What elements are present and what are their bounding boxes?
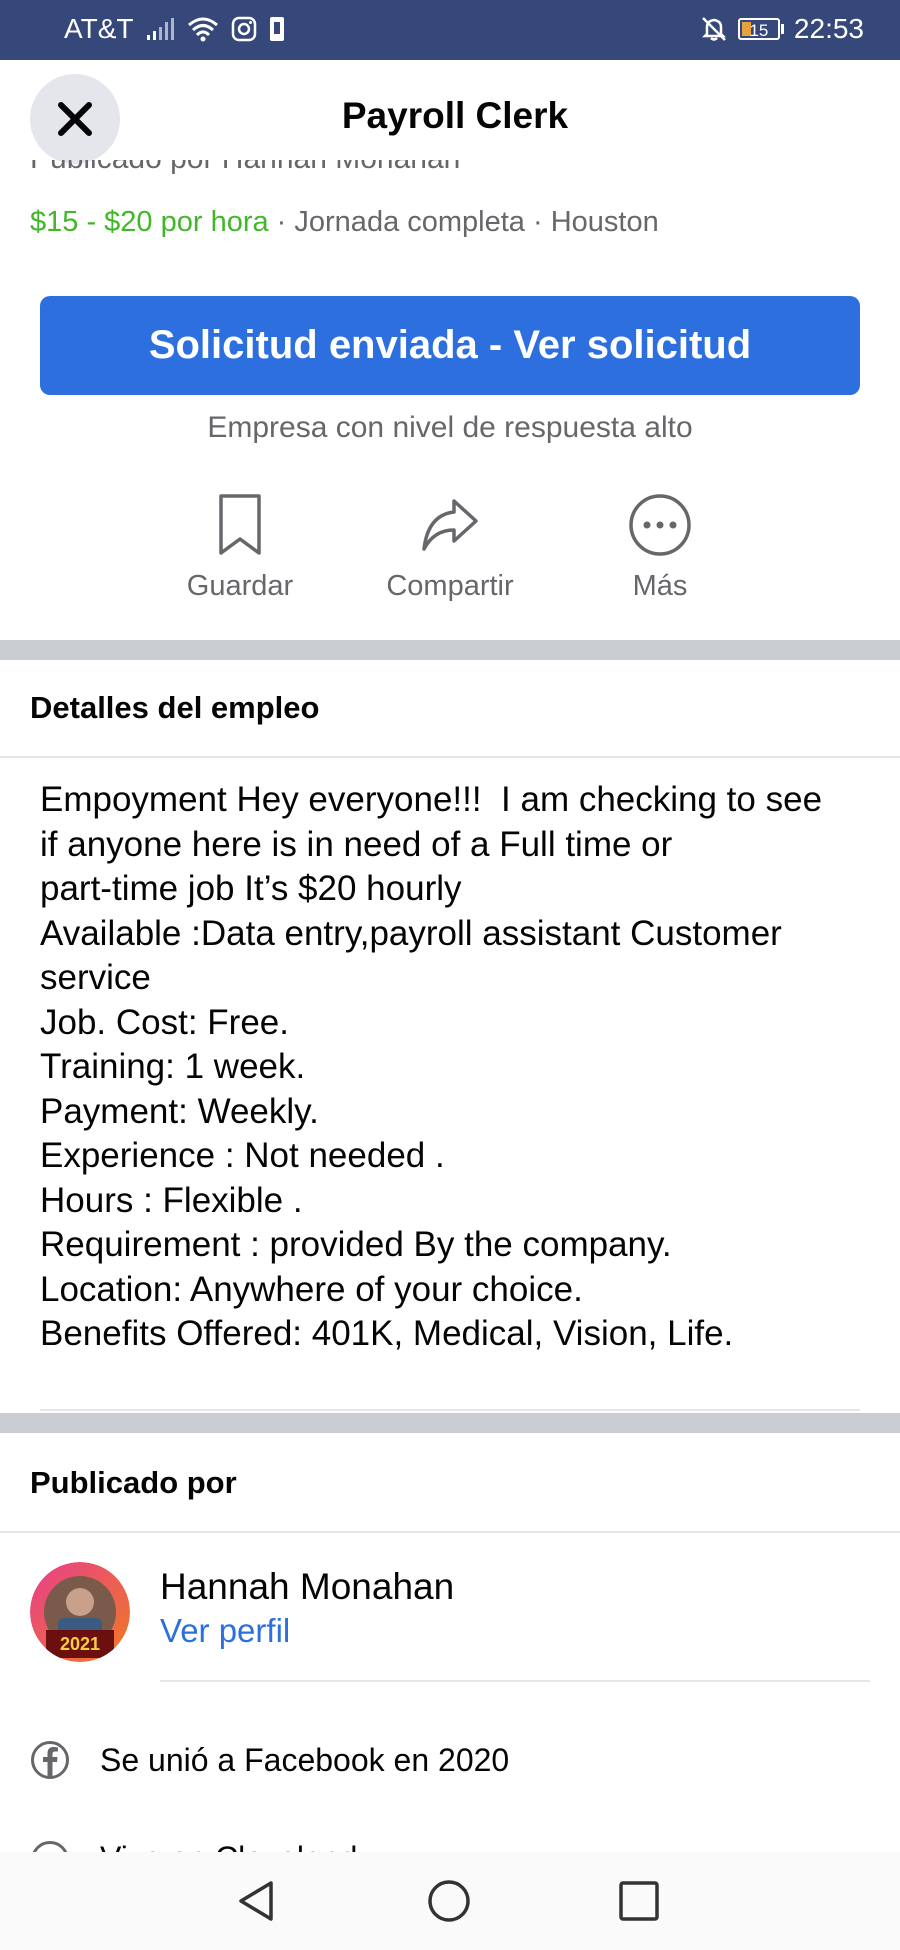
details-section-title: Detalles del empleo	[30, 690, 320, 725]
facebook-icon	[31, 1741, 69, 1779]
instagram-icon	[231, 16, 257, 42]
status-bar-right: 15 22:53	[700, 13, 864, 45]
pay-range: $15 - $20 por hora	[30, 206, 269, 238]
signal-icon	[145, 17, 175, 41]
recents-button[interactable]	[614, 1876, 664, 1926]
joined-facebook-row: Se unió a Facebook en 2020	[30, 1740, 509, 1780]
mute-icon	[700, 15, 728, 43]
job-details: · Jornada completa · Houston	[268, 206, 659, 238]
divider	[160, 1680, 870, 1682]
section-divider	[0, 640, 900, 660]
save-button[interactable]: Guardar	[160, 490, 320, 603]
divider	[0, 756, 900, 758]
response-note: Empresa con nivel de respuesta alto	[207, 411, 693, 444]
share-button[interactable]: Compartir	[370, 490, 530, 603]
system-nav-bar	[0, 1852, 900, 1950]
posted-by-partial: Publicado por Hannah Monahan	[30, 160, 460, 182]
view-profile-link[interactable]: Ver perfil	[160, 1612, 290, 1650]
section-divider	[0, 1413, 900, 1433]
more-icon	[629, 494, 691, 556]
recents-icon	[619, 1881, 659, 1921]
share-label: Compartir	[386, 570, 514, 602]
action-bar: Guardar Compartir Más	[0, 490, 900, 605]
job-description: Empoyment Hey everyone!!! I am checking …	[40, 780, 823, 1353]
page-title: Payroll Clerk	[341, 95, 569, 136]
divider	[40, 1409, 860, 1411]
view-application-button[interactable]: Solicitud enviada - Ver solicitud	[40, 296, 860, 395]
status-bar-left: AT&T	[64, 13, 285, 45]
joined-text: Se unió a Facebook en 2020	[100, 1741, 510, 1778]
location-row-partial: Vive en Cleveland	[30, 1840, 357, 1852]
svg-text:2021: 2021	[60, 1634, 100, 1654]
battery-level: 15	[749, 21, 769, 40]
back-icon	[239, 1881, 273, 1921]
sim-icon	[269, 16, 285, 42]
poster-section-title: Publicado por	[30, 1465, 237, 1500]
home-button[interactable]	[424, 1876, 474, 1926]
battery-icon: 15	[737, 18, 784, 40]
location-icon	[32, 1841, 68, 1852]
more-label: Más	[632, 570, 688, 602]
location-text: Vive en Cleveland	[100, 1840, 357, 1852]
poster-name[interactable]: Hannah Monahan	[160, 1566, 454, 1608]
bookmark-icon	[219, 494, 261, 555]
carrier-label: AT&T	[64, 13, 134, 44]
share-icon	[422, 499, 478, 551]
home-icon	[428, 1880, 470, 1922]
job-meta: $15 - $20 por hora · Jornada completa · …	[30, 206, 659, 239]
back-button[interactable]	[232, 1876, 282, 1926]
more-button[interactable]: Más	[580, 490, 740, 603]
wifi-icon	[187, 16, 219, 42]
header: Payroll Clerk	[0, 60, 900, 175]
status-bar: AT&T 15 22:53	[0, 0, 900, 60]
save-label: Guardar	[186, 570, 294, 602]
avatar[interactable]: 2021	[30, 1562, 130, 1662]
clock: 22:53	[793, 13, 864, 44]
divider	[0, 1531, 900, 1533]
